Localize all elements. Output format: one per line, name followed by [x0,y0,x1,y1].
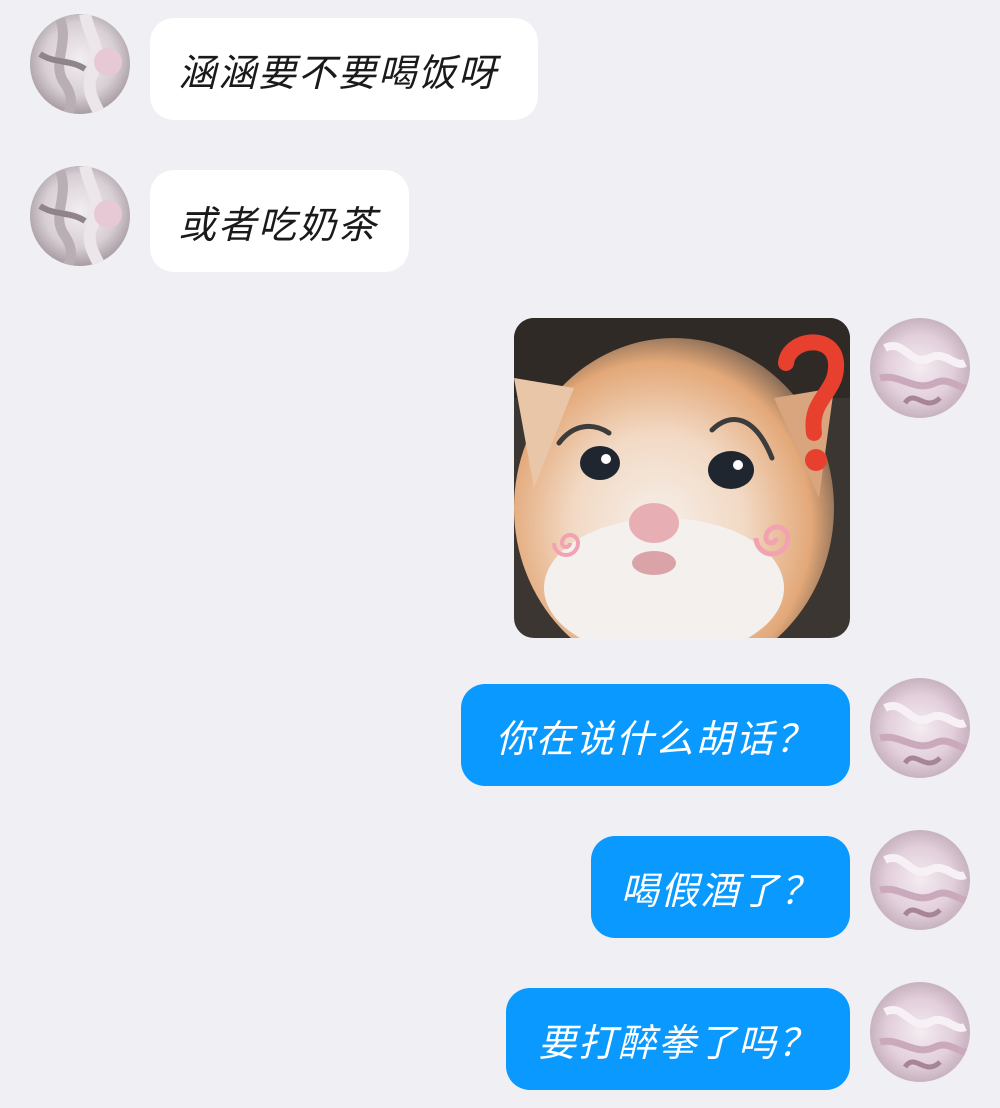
contact-avatar[interactable] [30,14,130,114]
message-text: 你在说什么胡话？ [495,716,816,761]
message-text: 要打醉拳了吗？ [537,1020,818,1065]
user-avatar[interactable] [870,982,970,1082]
user-avatar[interactable] [870,318,970,418]
message-bubble-sent[interactable]: 要打醉拳了吗？ [506,988,850,1090]
message-bubble-sent[interactable]: 喝假酒了？ [591,836,850,938]
message-text: 喝假酒了？ [620,868,821,913]
message-text: 涵涵要不要喝饭呀 [178,50,499,95]
message-bubble-received[interactable]: 或者吃奶茶 [150,170,409,272]
message-bubble-sent[interactable]: 你在说什么胡话？ [461,684,850,786]
user-avatar[interactable] [870,830,970,930]
message-text: 或者吃奶茶 [178,202,379,247]
contact-avatar[interactable] [30,166,130,266]
confused-kitten-sticker[interactable] [514,318,850,638]
chat-thread: 涵涵要不要喝饭呀 或者吃奶茶 你在说什么胡话？ 喝假酒了？ 要打醉拳了吗？ [0,0,1000,1108]
message-bubble-received[interactable]: 涵涵要不要喝饭呀 [150,18,538,120]
user-avatar[interactable] [870,678,970,778]
